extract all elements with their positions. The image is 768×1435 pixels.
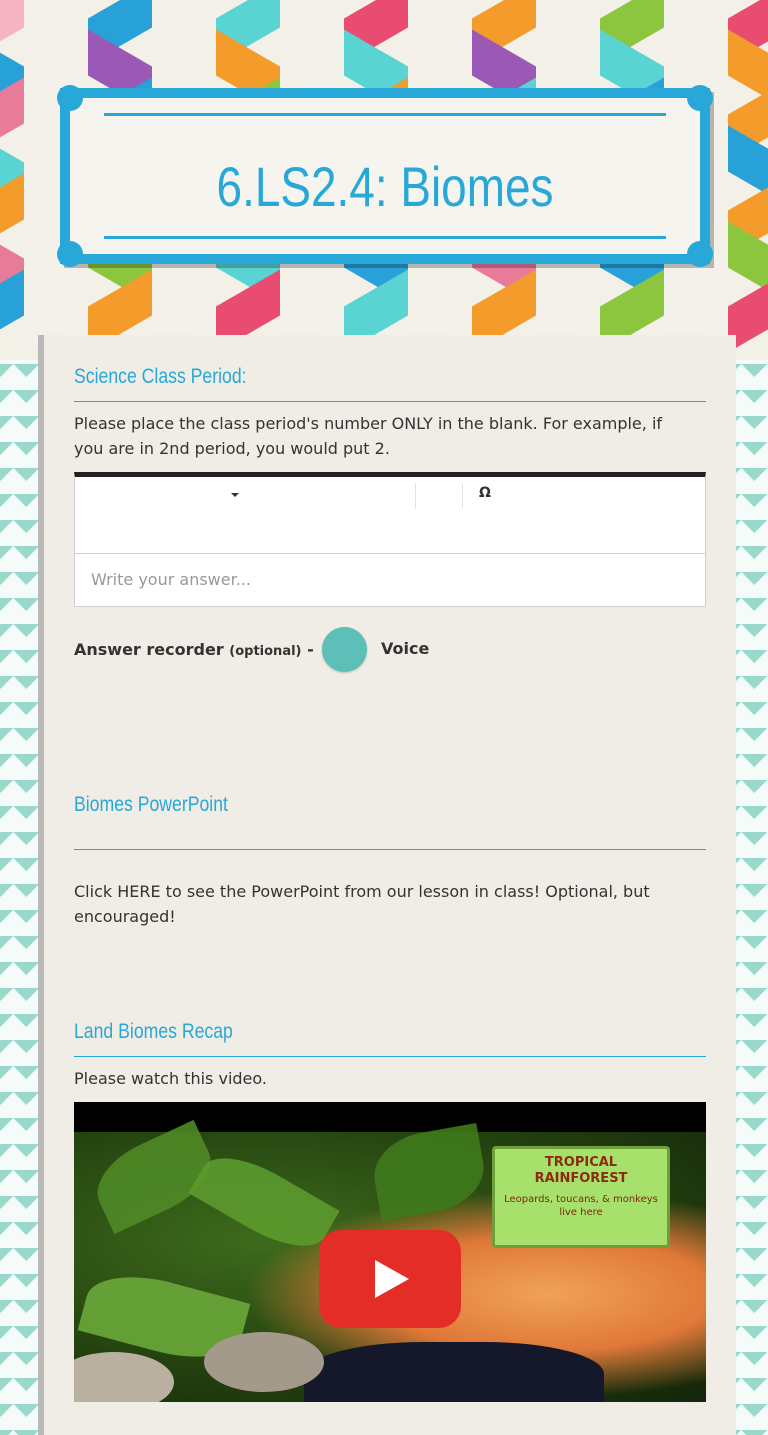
play-button[interactable] [319, 1230, 461, 1328]
section-divider [74, 849, 706, 850]
period-instructions: Please place the class period's number O… [74, 414, 663, 458]
section-title-period: Science Class Period: [74, 365, 247, 388]
toolbar-divider [415, 483, 416, 509]
play-icon [375, 1260, 409, 1298]
answer-recorder: Answer recorder (optional) - Voice [74, 627, 706, 673]
answer-input[interactable]: Write your answer... [75, 553, 705, 606]
recorder-label: Answer recorder (optional) - [74, 640, 314, 659]
voice-label: Voice [381, 639, 430, 658]
video-instructions: Please watch this video. [74, 1069, 267, 1088]
caret-down-icon[interactable] [231, 493, 239, 497]
video-sign: TROPICAL RAINFOREST Leopards, toucans, & … [492, 1146, 670, 1248]
worksheet-panel: Science Class Period: Please place the c… [38, 335, 736, 1435]
page-title: 6.LS2.4: Biomes [216, 155, 554, 218]
answer-editor: Ω Write your answer... [74, 472, 706, 607]
powerpoint-link-text[interactable]: Click HERE to see the PowerPoint from ou… [74, 879, 684, 929]
omega-icon[interactable]: Ω [479, 485, 491, 501]
microphone-button[interactable] [322, 627, 367, 672]
section-divider [74, 1056, 706, 1057]
section-title-video: Land Biomes Recap [74, 1020, 233, 1043]
section-title-powerpoint: Biomes PowerPoint [74, 793, 228, 816]
editor-toolbar: Ω [75, 477, 705, 515]
youtube-video-player[interactable]: TROPICAL RAINFOREST Leopards, toucans, & … [74, 1102, 706, 1402]
header-background: 6.LS2.4: Biomes [0, 0, 768, 360]
toolbar-divider [462, 483, 463, 509]
section-divider [74, 401, 706, 402]
title-card: 6.LS2.4: Biomes [57, 85, 713, 267]
